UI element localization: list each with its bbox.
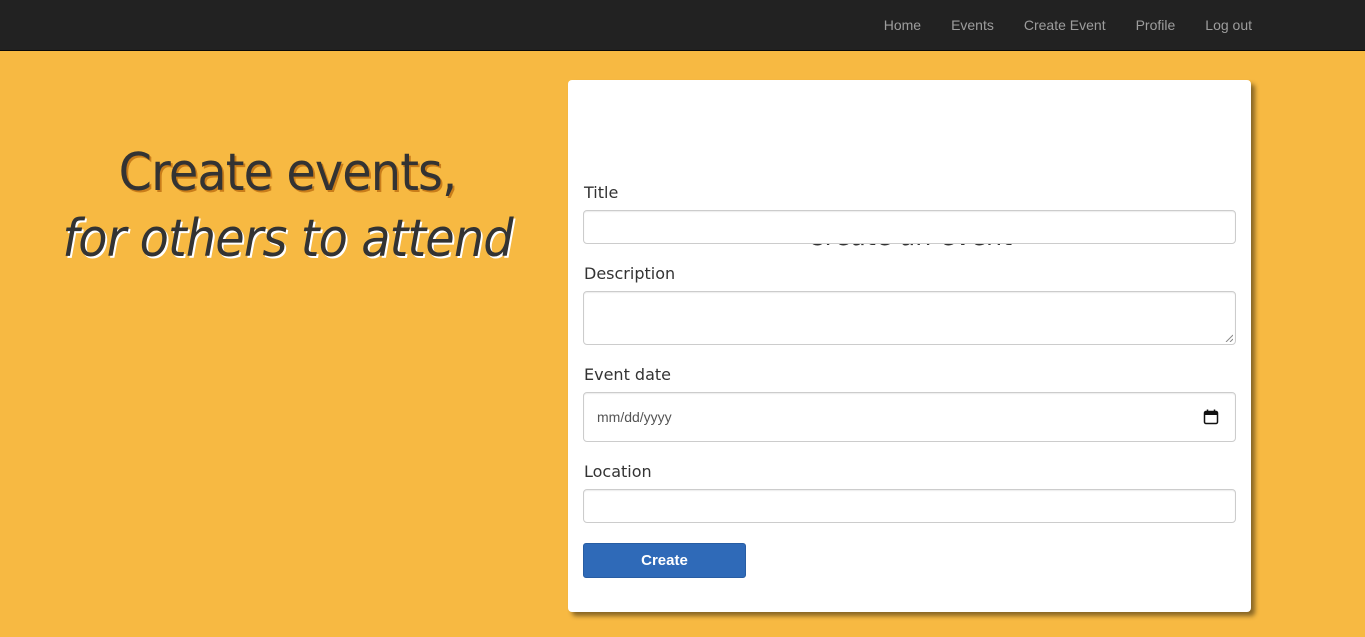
nav-link-log-out[interactable]: Log out (1190, 0, 1267, 50)
title-label: Title (584, 183, 619, 202)
description-textarea[interactable] (583, 291, 1236, 345)
location-label: Location (584, 462, 652, 481)
description-label: Description (584, 264, 676, 283)
calendar-icon[interactable] (1203, 409, 1219, 425)
nav-link-create-event[interactable]: Create Event (1009, 0, 1121, 50)
nav-link-home[interactable]: Home (869, 0, 936, 50)
hero-line-2: for others to attend (62, 209, 513, 269)
top-navbar: Home Events Create Event Profile Log out (0, 0, 1365, 51)
nav-link-events[interactable]: Events (936, 0, 1009, 50)
title-input[interactable] (583, 210, 1236, 244)
nav-links: Home Events Create Event Profile Log out (869, 0, 1267, 50)
hero-line-1: Create events, (118, 143, 458, 203)
resize-grip-icon[interactable] (1225, 334, 1233, 342)
hero-heading: Create events, for others to attend (40, 140, 535, 272)
event-date-input[interactable]: mm/dd/yyyy (583, 392, 1236, 442)
event-date-placeholder: mm/dd/yyyy (597, 409, 672, 425)
event-date-label: Event date (584, 365, 671, 384)
nav-link-profile[interactable]: Profile (1121, 0, 1191, 50)
create-event-card: Create an event (568, 80, 1251, 612)
create-button[interactable]: Create (583, 543, 746, 578)
location-input[interactable] (583, 489, 1236, 523)
